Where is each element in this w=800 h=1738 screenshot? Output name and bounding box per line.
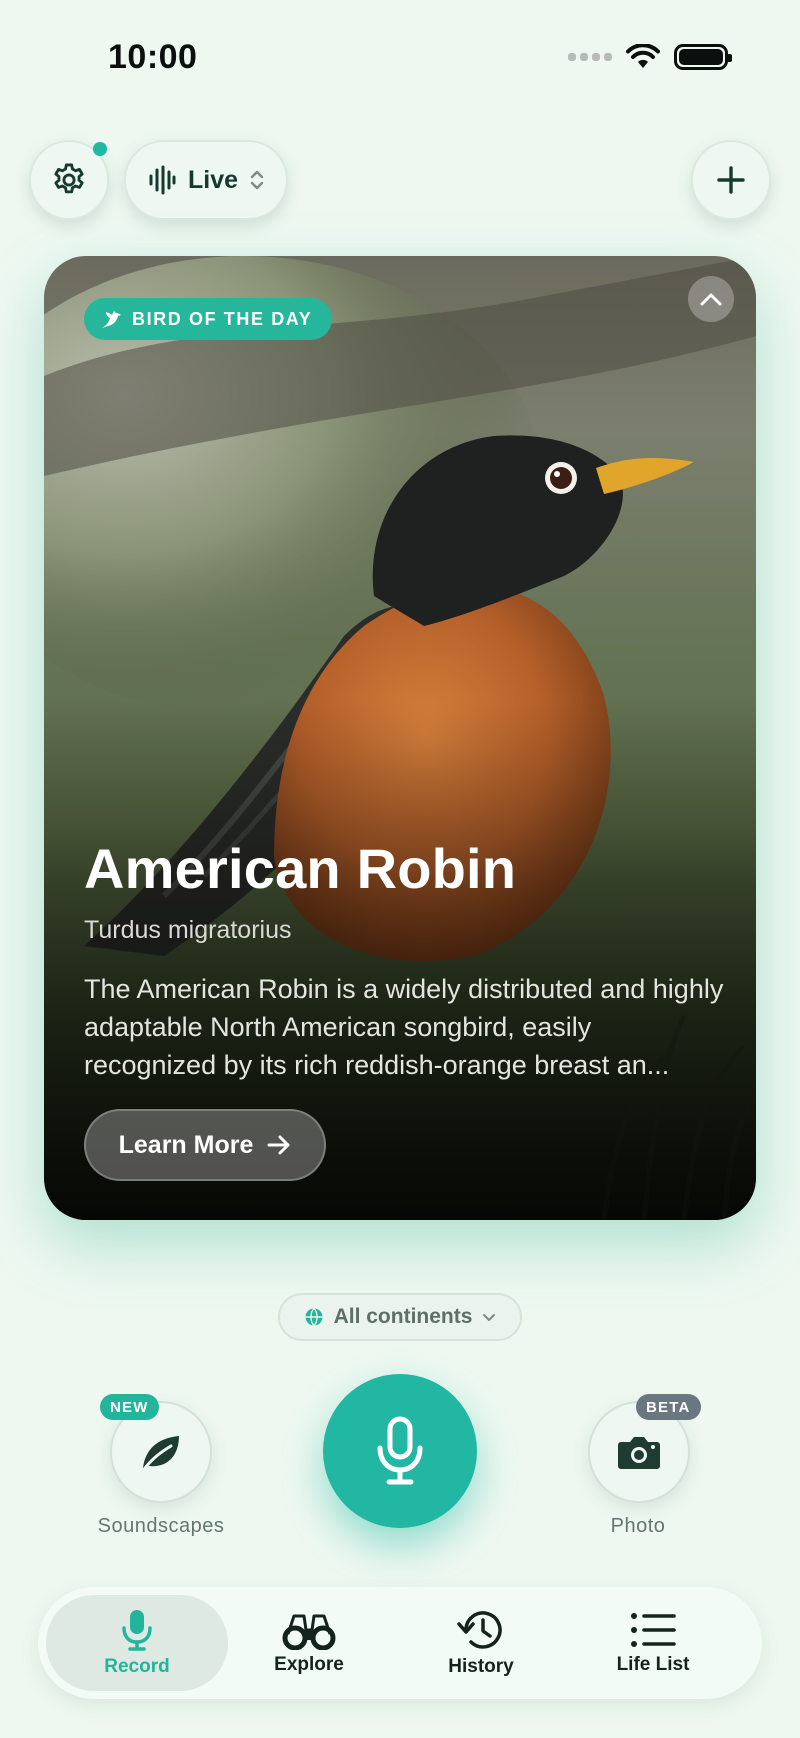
settings-button[interactable] <box>29 140 109 220</box>
collapse-card-button[interactable] <box>688 276 734 322</box>
camera-icon <box>618 1437 660 1469</box>
tab-record-label: Record <box>104 1656 170 1677</box>
globe-icon <box>305 1307 323 1327</box>
learn-more-button[interactable]: Learn More <box>84 1109 326 1181</box>
tab-explore-label: Explore <box>274 1654 344 1675</box>
binoculars-icon <box>282 1614 336 1650</box>
notification-dot <box>93 142 107 156</box>
soundscapes-label: Soundscapes <box>97 1515 225 1537</box>
tab-record[interactable]: Record <box>46 1595 228 1691</box>
photo-label: Photo <box>610 1515 666 1537</box>
wifi-icon <box>626 44 660 68</box>
status-time: 10:00 <box>108 38 198 76</box>
list-icon <box>631 1613 676 1647</box>
battery-icon <box>674 44 732 70</box>
continent-selector[interactable]: All continents <box>278 1293 522 1341</box>
plus-icon <box>717 166 745 194</box>
tab-history-label: History <box>448 1656 514 1677</box>
status-icons <box>568 44 732 70</box>
live-mode-selector[interactable]: Live <box>124 140 288 220</box>
new-tag: NEW <box>100 1394 159 1420</box>
mic-icon <box>122 1610 152 1651</box>
tab-life-list[interactable]: Life List <box>562 1595 744 1691</box>
tab-life-list-label: Life List <box>616 1654 690 1675</box>
tab-history[interactable]: History <box>390 1595 572 1691</box>
bird-of-day-badge: BIRD OF THE DAY <box>84 298 333 340</box>
waveform-icon <box>149 165 176 195</box>
mode-label: Live <box>187 165 239 194</box>
badge-label: BIRD OF THE DAY <box>132 308 313 329</box>
learn-more-label: Learn More <box>118 1130 254 1159</box>
add-button[interactable] <box>691 140 771 220</box>
beta-tag: BETA <box>636 1394 701 1420</box>
microphone-icon <box>377 1416 423 1485</box>
history-icon <box>457 1611 502 1649</box>
arrow-right-icon <box>267 1135 290 1155</box>
leaf-icon <box>143 1436 179 1470</box>
bird-description: The American Robin is a widely distribut… <box>84 974 724 1080</box>
bottom-nav: Record Explore History Life List <box>38 1587 762 1699</box>
bird-icon <box>102 311 121 328</box>
cellular-signal-icon <box>568 53 612 61</box>
chevron-up-icon <box>700 293 722 306</box>
bird-scientific-name: Turdus migratorius <box>84 916 292 944</box>
bird-of-day-card[interactable]: BIRD OF THE DAY American Robin Turdus mi… <box>44 256 756 1220</box>
chevron-updown-icon <box>250 170 264 190</box>
continent-label: All continents <box>333 1305 473 1328</box>
bird-common-name: American Robin <box>84 837 517 900</box>
record-mic-button[interactable] <box>323 1374 477 1528</box>
gear-icon <box>54 163 84 194</box>
chevron-down-icon <box>483 1314 496 1321</box>
tab-explore[interactable]: Explore <box>218 1595 400 1691</box>
